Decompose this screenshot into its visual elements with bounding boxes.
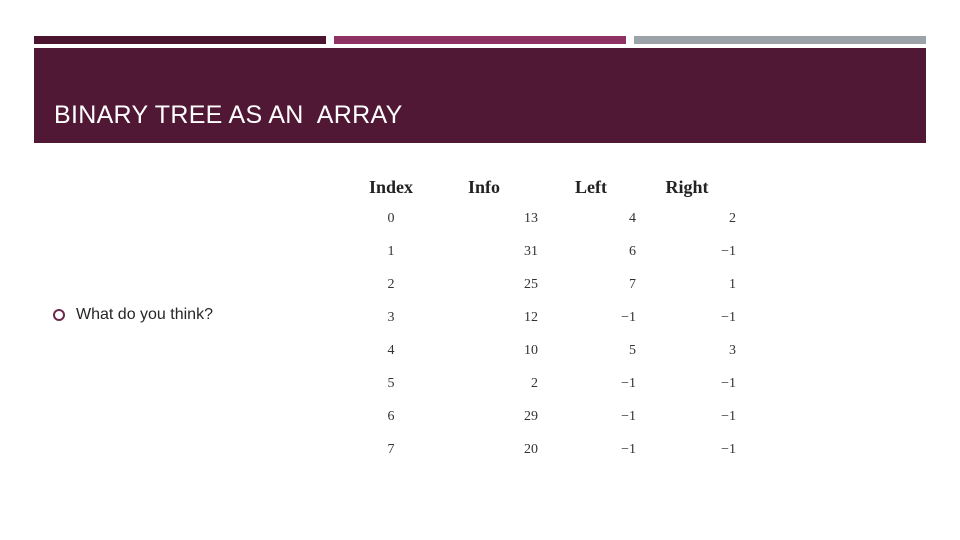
cell-right: 2 — [729, 210, 736, 226]
table-row: 2 25 7 1 — [352, 268, 742, 301]
cell-right: −1 — [721, 408, 736, 424]
hollow-circle-icon — [53, 309, 65, 321]
table-row: 1 31 6 −1 — [352, 235, 742, 268]
cell-right: 1 — [729, 276, 736, 292]
cell-info: 10 — [524, 342, 538, 358]
bullet-text: What do you think? — [76, 306, 213, 323]
cell-right: 3 — [729, 342, 736, 358]
slide-title: BINARY TREE AS AN ARRAY — [54, 101, 403, 129]
cell-info: 31 — [524, 243, 538, 259]
binary-tree-array-table: Index Info Left Right 0 13 4 2 1 31 6 −1 2 25 7 1 3 1… — [352, 172, 742, 466]
cell-index: 3 — [387, 309, 395, 325]
column-header-left: Left — [575, 176, 607, 197]
cell-info: 20 — [524, 441, 538, 457]
column-header-info: Info — [467, 176, 500, 197]
cell-right: −1 — [721, 243, 736, 259]
cell-index: 6 — [387, 408, 395, 424]
cell-left: −1 — [621, 309, 636, 325]
cell-left: 5 — [629, 342, 636, 358]
title-band: BINARY TREE AS AN ARRAY — [34, 48, 926, 143]
cell-left: 4 — [629, 210, 636, 226]
cell-right: −1 — [721, 309, 736, 325]
cell-index: 4 — [387, 342, 395, 358]
table-row: 5 2 −1 −1 — [352, 367, 742, 400]
cell-left: 7 — [629, 276, 636, 292]
column-header-right: Right — [665, 176, 709, 197]
accent-bar-gray — [634, 36, 926, 44]
cell-index: 1 — [387, 243, 395, 259]
table-header-row: Index Info Left Right — [352, 172, 742, 202]
cell-index: 7 — [387, 441, 395, 457]
cell-right: −1 — [721, 375, 736, 391]
bullet-item: What do you think? — [53, 306, 213, 324]
table-row: 0 13 4 2 — [352, 202, 742, 235]
table-row: 7 20 −1 −1 — [352, 433, 742, 466]
cell-right: −1 — [721, 441, 736, 457]
accent-bar-magenta — [334, 36, 626, 44]
cell-left: −1 — [621, 408, 636, 424]
table-row: 3 12 −1 −1 — [352, 301, 742, 334]
cell-left: −1 — [621, 441, 636, 457]
cell-left: −1 — [621, 375, 636, 391]
cell-info: 12 — [524, 309, 538, 325]
cell-left: 6 — [629, 243, 636, 259]
table-row: 4 10 5 3 — [352, 334, 742, 367]
cell-info: 29 — [524, 408, 538, 424]
accent-bar-dark — [34, 36, 326, 44]
cell-index: 2 — [387, 276, 395, 292]
cell-index: 5 — [387, 375, 395, 391]
cell-info: 2 — [531, 375, 538, 391]
cell-info: 25 — [524, 276, 538, 292]
cell-index: 0 — [387, 210, 395, 226]
table-row: 6 29 −1 −1 — [352, 400, 742, 433]
cell-info: 13 — [524, 210, 538, 226]
column-header-index: Index — [368, 176, 413, 197]
